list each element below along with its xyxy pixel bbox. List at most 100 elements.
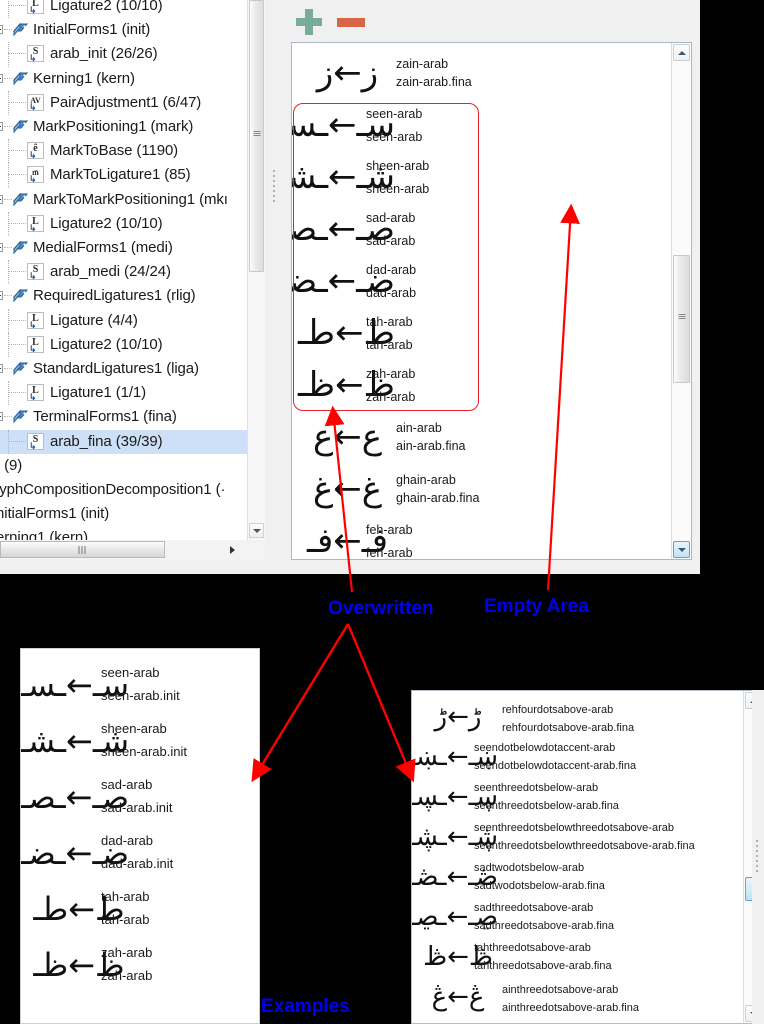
chevron-down-icon [677,547,686,552]
source-glyph-name: tah-arab [366,315,413,329]
tree-item-22[interactable]: erning1 (kern) [0,526,247,540]
tree-item-5[interactable]: MarkPositioning1 (mark) [0,115,247,139]
target-glyph-name: ghain-arab.fina [396,491,480,505]
glyph-names: tah-arab tah-arab [366,311,413,357]
glyph-scroll-down-button[interactable] [673,541,690,558]
tree-expander-icon[interactable] [0,412,3,422]
tree-item-1[interactable]: InitialForms1 (init) [0,18,247,42]
tree-item-16[interactable]: L ↳ Ligature1 (1/1) [0,381,247,406]
tree-item-2[interactable]: S ↳ arab_init (26/26) [0,42,247,67]
target-glyph-name: dad-arab.init [101,856,174,871]
tree-expander-icon[interactable] [0,291,3,301]
glyph-rule-row[interactable]: غ←غ ghain-arab ghain-arab.fina [292,463,691,515]
feature-tag-icon [12,240,29,255]
glyph-rule-row[interactable]: فـ←فـ feh-arab feh-arab [292,515,691,559]
glyph-rule-row[interactable]: ط←طـ tah-arab tah-arab [292,307,691,359]
feature-tag-icon [12,409,29,424]
tree-item-21[interactable]: nitialForms1 (init) [0,502,247,526]
tree-expander-icon[interactable] [0,122,3,131]
tree-item-label: erning1 (kern) [0,529,88,540]
tree-hscrollbar-thumb[interactable] [0,541,165,558]
tree-item-9[interactable]: L ↳ Ligature2 (10/10) [0,211,247,236]
tree-item-18[interactable]: S ↳ arab_fina (39/39) [0,429,247,454]
glyph-rule-row[interactable]: صـ←ـصـ sad-arab sad-arab.init [21,769,259,825]
glyph-rule-row[interactable]: ط←طـ tah-arab tah-arab [21,881,259,937]
glyph-rule-row[interactable]: ڑ←ڑ rehfourdotsabove-arab rehfourdotsabove… [412,697,763,737]
glyph-rule-row[interactable]: ښـ←ـښـ seendotbelowdotaccent-arab seendotb… [412,737,763,777]
tree-guide-line [8,271,26,273]
tree-item-label: arab_medi (24/24) [50,263,171,281]
substitution-rule-list[interactable]: ز←زzain-arabzain-arab.finaسـ←ـسـseen-ara… [291,42,692,560]
tree-expander-icon[interactable] [0,194,3,204]
glyph-rule-row[interactable]: ز←ز zain-arab zain-arab.fina [292,47,691,99]
feature-lookup-tree[interactable]: L ↳ Ligature2 (10/10) InitialForms1 (init) S… [0,0,247,540]
glyph-rule-row[interactable]: ڝـ←ـڝـ sadthreedotsabove-arab sadthreedots… [412,897,763,937]
tree-item-6[interactable]: ê ↳ MarkToBase (1190) [0,139,247,164]
glyph-names: zah-arab zah-arab [101,941,152,987]
tree-expander-icon[interactable] [0,73,3,83]
tree-item-12[interactable]: RequiredLigatures1 (rlig) [0,284,247,308]
source-glyph-name: feh-arab [366,523,413,537]
glyph-rule-row[interactable]: ڞـ←ـڞـ sadtwodotsbelow-arab sadtwodotsbelo… [412,857,763,897]
glyph-rule-row[interactable]: ظ←ظـ zah-arab zah-arab [21,937,259,993]
tree-item-8[interactable]: MarkToMarkPositioning1 (mkı [0,188,247,212]
splitter-grip-icon [756,840,759,874]
glyph-rule-row[interactable]: شـ←ـشـsheen-arabsheen-arab [292,151,691,203]
tree-item-7[interactable]: m̈ ↳ MarkToLigature1 (85) [0,163,247,188]
tree-item-15[interactable]: StandardLigatures1 (liga) [0,357,247,381]
glyph-rule-row[interactable]: ضـ←ـضـ dad-arab dad-arab.init [21,825,259,881]
glyph-rule-row[interactable]: ضـ←ـضـdad-arabdad-arab [292,255,691,307]
glyph-list-toolbar [296,4,406,38]
target-glyph-name: sad-arab [366,234,416,248]
glyph-rule-row[interactable]: صـ←ـصـsad-arabsad-arab [292,203,691,255]
tree-item-label: Kerning1 (kern) [33,69,135,87]
glyph-rule-row[interactable]: ڠ←ڠ ainthreedotsabove-arab ainthreedotsabo… [412,977,763,1017]
glyph-names: zain-arab zain-arab.fina [396,55,472,91]
glyph-names: tah-arab tah-arab [101,885,149,931]
tree-scrollbar-thumb[interactable] [249,0,264,272]
tree-item-11[interactable]: S ↳ arab_medi (24/24) [0,260,247,285]
pane-splitter[interactable] [268,0,280,560]
glyph-preview: ڠ←ڠ [431,982,485,1012]
tree-item-label: Ligature1 (1/1) [50,384,147,402]
glyph-rule-row[interactable]: ظ←ظـ zah-arab zah-arab [292,359,691,411]
glyph-rule-row[interactable]: ڟ←ڟ tahthreedotsabove-arab tahthreedotsabo… [412,937,763,977]
tree-item-20[interactable]: lyphCompositionDecomposition1 (· [0,478,247,502]
glyph-rule-row[interactable]: ع←ع ain-arab ain-arab.fina [292,411,691,463]
tree-guide-line [8,174,26,176]
tree-scroll-down-button[interactable] [249,523,264,538]
tree-item-10[interactable]: MedialForms1 (medi) [0,236,247,260]
glyph-rule-row[interactable]: سـ←ـسـ seen-arab seen-arab.init [21,657,259,713]
tree-expander-icon[interactable] [0,25,3,35]
glyph-scrollbar-thumb[interactable] [673,255,690,383]
tree-horizontal-scrollbar[interactable] [0,540,264,560]
tree-guide-line [8,53,26,55]
tree-vertical-scrollbar[interactable] [247,0,265,540]
target-glyph-name: seen-arab [366,130,423,144]
tree-item-0[interactable]: L ↳ Ligature2 (10/10) [0,0,247,19]
glyph-list-scrollbar[interactable] [671,43,691,559]
source-glyph-name: tah-arab [101,889,150,904]
glyph-preview: غ←غ [312,469,383,509]
long-names-panel[interactable]: ڑ←ڑ rehfourdotsabove-arab rehfourdotsabove… [411,690,764,1024]
glyph-rule-row[interactable]: شـ←ـشـ sheen-arab sheen-arab.init [21,713,259,769]
glyph-scroll-up-button[interactable] [673,44,690,61]
tree-item-14[interactable]: L ↳ Ligature2 (10/10) [0,332,247,357]
glyph-rule-row[interactable]: ڜـ←ـڜـ seenthreedotsbelowthreedotsabove-a… [412,817,763,857]
glyph-rule-row[interactable]: ڛـ←ـڛـ seenthreedotsbelow-arab seenthreedo… [412,777,763,817]
tree-item-3[interactable]: Kerning1 (kern) [0,67,247,91]
tree-item-4[interactable]: AV ↳ PairAdjustment1 (6/47) [0,90,247,115]
tree-expander-icon[interactable] [0,364,3,373]
tree-item-19[interactable]: ; (9) [0,454,247,478]
add-rule-button[interactable] [296,9,322,35]
tree-expander-icon[interactable] [0,243,3,252]
examples-panel[interactable]: سـ←ـسـ seen-arab seen-arab.init شـ←ـشـ sheen… [20,648,260,1024]
remove-rule-button[interactable] [337,18,365,27]
tree-scroll-right-button[interactable] [230,545,240,555]
right-pane-splitter[interactable] [752,690,764,1024]
target-glyph-name: zah-arab [101,968,153,983]
lookup-arrow-icon: ↳ [29,319,37,330]
tree-item-17[interactable]: TerminalForms1 (fina) [0,405,247,429]
glyph-rule-row[interactable]: سـ←ـسـseen-arabseen-arab [292,99,691,151]
tree-item-13[interactable]: L ↳ Ligature (4/4) [0,308,247,333]
